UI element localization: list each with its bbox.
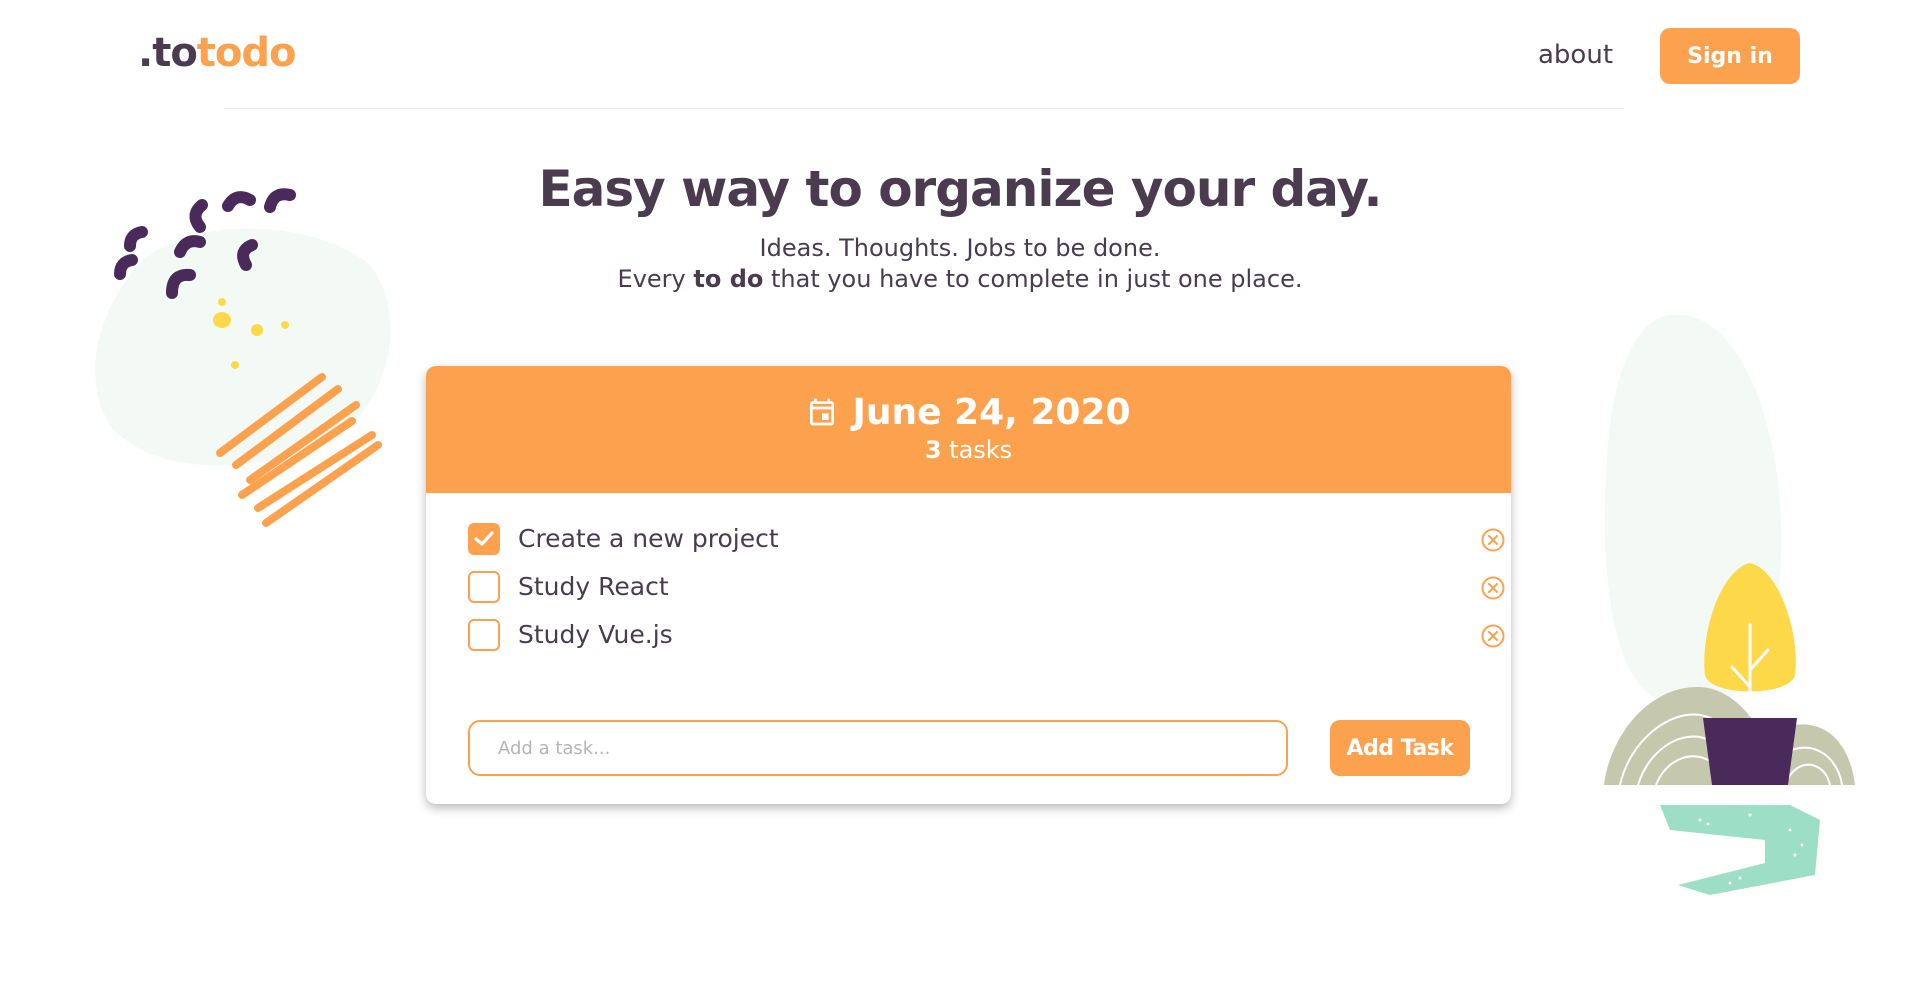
left-decoration-illustration	[95, 188, 391, 527]
delete-task-icon[interactable]	[1480, 575, 1506, 601]
card-header: June 24, 2020 3 tasks	[426, 366, 1511, 493]
check-icon	[474, 531, 494, 546]
task-checkbox-checked[interactable]	[468, 523, 500, 555]
task-item: Create a new project	[468, 521, 1505, 557]
task-count-number: 3	[924, 436, 942, 464]
hero-subtitle-line1: Ideas. Thoughts. Jobs to be done.	[759, 234, 1161, 262]
task-item: Study React	[468, 569, 1505, 605]
todo-card: June 24, 2020 3 tasks Create a new proje…	[426, 366, 1511, 804]
sign-in-button[interactable]: Sign in	[1660, 28, 1800, 84]
hero-subtitle-line2: Every to do that you have to complete in…	[0, 264, 1920, 295]
delete-task-icon[interactable]	[1480, 527, 1506, 553]
about-link[interactable]: about	[1538, 40, 1613, 70]
task-count: 3 tasks	[426, 436, 1511, 464]
right-plant-illustration	[1604, 315, 1855, 895]
date-row: June 24, 2020	[426, 392, 1511, 433]
header-divider	[224, 108, 1624, 109]
delete-task-icon[interactable]	[1480, 623, 1506, 649]
task-label: Study React	[518, 572, 669, 601]
subtitle-text-strong: to do	[693, 265, 764, 293]
calendar-icon	[810, 398, 835, 426]
hero-title: Easy way to organize your day.	[538, 160, 1383, 218]
task-label: Create a new project	[518, 524, 779, 553]
task-item: Study Vue.js	[468, 617, 1505, 653]
hero-subtitle: Ideas. Thoughts. Jobs to be done. Every …	[0, 233, 1920, 295]
subtitle-text-before: Every	[617, 265, 694, 293]
task-label: Study Vue.js	[518, 620, 673, 649]
subtitle-text-after: that you have to complete in just one pl…	[763, 265, 1303, 293]
logo-part-accent: todo	[196, 30, 297, 76]
task-checkbox[interactable]	[468, 619, 500, 651]
logo-part-dark: .to	[138, 30, 198, 76]
task-checkbox[interactable]	[468, 571, 500, 603]
add-task-button[interactable]: Add Task	[1330, 720, 1470, 776]
logo[interactable]: .totodo	[138, 30, 297, 76]
date-label: June 24, 2020	[852, 392, 1131, 433]
task-count-suffix: tasks	[949, 436, 1013, 464]
add-task-input[interactable]	[468, 720, 1288, 776]
